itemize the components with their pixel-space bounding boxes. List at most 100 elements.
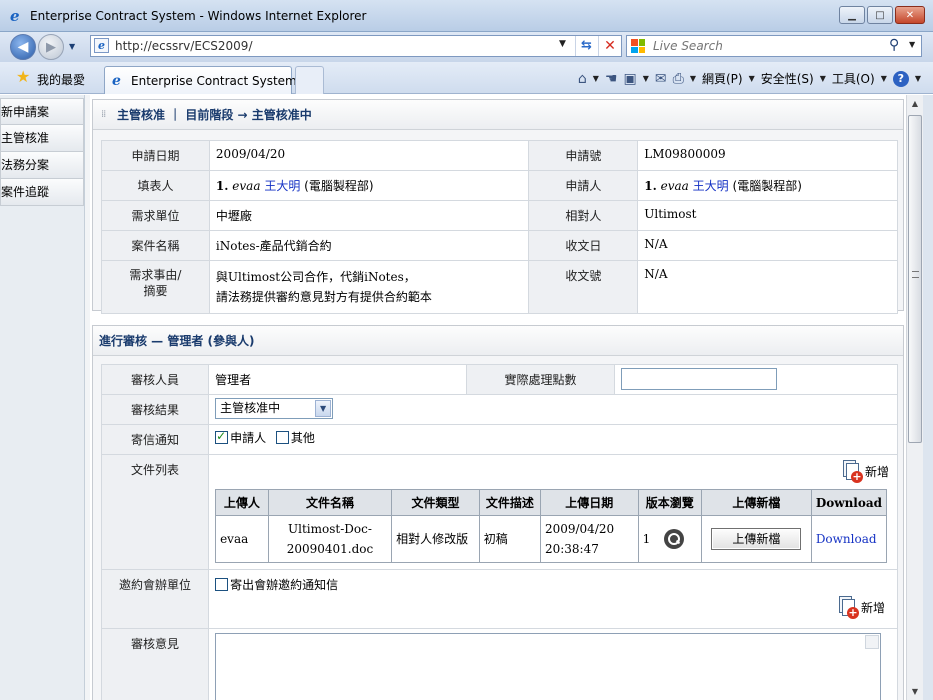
file-name-line-1: Ultimost-Doc-: [288, 522, 372, 536]
add-file-button[interactable]: + 新增: [841, 459, 889, 483]
sidebar-menu: 新申請案 主管核准 法務分案 案件追蹤: [0, 98, 84, 206]
approval-panel-title: 主管核准 ｜ 目前階段 → 主管核准中: [117, 108, 312, 122]
counterparty-label: 相對人: [528, 200, 639, 231]
points-label: 實際處理點數: [466, 364, 615, 395]
file-date-line-1: 2009/04/20: [544, 522, 615, 536]
minimize-button[interactable]: ▁: [839, 6, 865, 24]
add-document-icon: +: [837, 595, 859, 619]
stop-icon[interactable]: ✕: [598, 36, 621, 56]
search-icon[interactable]: ⚲: [889, 37, 899, 53]
reason-line-1: 與Ultimost公司合作，代銷iNotes，: [215, 270, 416, 284]
page-menu[interactable]: 網頁(P): [702, 70, 743, 87]
refresh-icon[interactable]: ⇆: [575, 36, 597, 56]
result-selected-value: 主管核准中: [220, 401, 281, 415]
help-dropdown-icon[interactable]: ▼: [915, 74, 921, 83]
live-search-logo-icon: [631, 39, 645, 53]
apply-no-value: LM09800009: [637, 140, 898, 171]
search-box[interactable]: ⚲ ▼: [626, 35, 922, 57]
tab-enterprise-contract-system[interactable]: e Enterprise Contract System: [104, 66, 297, 94]
add-invite-unit-button[interactable]: + 新增: [837, 595, 885, 619]
file-desc: 初稿: [478, 515, 541, 563]
case-name-label: 案件名稱: [101, 230, 210, 261]
address-field[interactable]: e http://ecssrv/ECS2009/ ▼ ⇆ ✕: [90, 35, 622, 57]
counterparty-value: Ultimost: [637, 200, 898, 231]
tab-page-icon: e: [112, 73, 121, 89]
download-link[interactable]: Download: [816, 532, 877, 546]
filler-name-link[interactable]: 王大明: [264, 179, 300, 193]
url-text[interactable]: http://ecssrv/ECS2009/: [115, 39, 252, 53]
sidebar-item-case-tracking[interactable]: 案件追蹤: [0, 179, 84, 206]
search-input[interactable]: [651, 38, 881, 54]
applicant-id: evaa: [660, 179, 689, 193]
home-dropdown-icon[interactable]: ▼: [593, 74, 599, 83]
favorites-star-icon[interactable]: ★: [16, 69, 30, 85]
col-version-browse: 版本瀏覽: [637, 489, 703, 516]
mail-icon[interactable]: ✉: [655, 71, 667, 87]
scroll-down-icon[interactable]: ▼: [907, 683, 923, 700]
tools-menu-dropdown-icon[interactable]: ▼: [881, 74, 887, 83]
apply-date-label: 申請日期: [101, 140, 210, 171]
points-input[interactable]: [621, 368, 777, 390]
vertical-scrollbar[interactable]: ▲ ▼: [906, 95, 923, 700]
reason-label-text: 需求事由/摘要: [129, 268, 182, 298]
file-date-line-2: 20:38:47: [544, 542, 599, 556]
back-button[interactable]: ◀: [10, 34, 36, 60]
maximize-button[interactable]: □: [867, 6, 893, 24]
safety-menu-dropdown-icon[interactable]: ▼: [820, 74, 826, 83]
opinion-textarea[interactable]: [215, 633, 882, 700]
upload-new-file-button[interactable]: 上傳新檔: [711, 528, 802, 550]
sidebar-item-new-application[interactable]: 新申請案: [0, 98, 84, 125]
search-options-icon[interactable]: ▼: [909, 40, 915, 49]
favorites-button[interactable]: 我的最愛: [37, 71, 85, 88]
file-version: 1: [642, 531, 651, 546]
review-panel: 進行審核 — 管理者 (參與人) 審核人員 管理者 實際處理點數 審核結果 主管…: [92, 325, 904, 700]
textarea-scrollbar[interactable]: [865, 635, 880, 649]
receive-no-label: 收文號: [528, 260, 639, 314]
mail-applicant-checkbox[interactable]: [215, 429, 229, 444]
scroll-thumb[interactable]: [908, 115, 922, 443]
tab-toolbar: ★ 我的最愛 e Enterprise Contract System ⌂ ▼ …: [0, 62, 933, 94]
invite-checkbox[interactable]: [215, 578, 229, 591]
forward-button[interactable]: ▶: [38, 34, 64, 60]
approval-panel-header: ⁞⁞ 主管核准 ｜ 目前階段 → 主管核准中: [93, 100, 903, 130]
invite-add-row: + 新增: [215, 595, 891, 622]
chevron-down-icon[interactable]: ▼: [315, 400, 332, 417]
print-icon[interactable]: ⎙: [673, 71, 684, 87]
file-table: 上傳人 文件名稱 文件類型 文件描述 上傳日期 版本瀏覽 上傳新檔 Downlo…: [215, 489, 888, 563]
page-menu-dropdown-icon[interactable]: ▼: [749, 74, 755, 83]
hand-icon[interactable]: ☚: [605, 71, 618, 87]
mail-other-checkbox[interactable]: [275, 431, 289, 444]
file-list-label: 文件列表: [100, 454, 210, 570]
applicant-value: 1. evaa 王大明 (電腦製程部): [637, 170, 898, 201]
applicant-name-link[interactable]: 王大明: [693, 179, 729, 193]
close-button[interactable]: ✕: [895, 6, 925, 24]
col-file-desc: 文件描述: [478, 489, 541, 516]
rss-dropdown-icon[interactable]: ▼: [643, 74, 649, 83]
new-tab-button[interactable]: [295, 66, 324, 94]
applicant-label: 申請人: [528, 170, 639, 201]
add-file-label: 新增: [864, 464, 889, 479]
table-row: evaa Ultimost-Doc- 20090401.doc 相對人修改版 初…: [215, 515, 888, 563]
print-dropdown-icon[interactable]: ▼: [690, 74, 696, 83]
file-upload-cell: 上傳新檔: [701, 515, 812, 563]
case-name-value: iNotes-產品代銷合約: [208, 230, 530, 261]
result-select[interactable]: 主管核准中 ▼: [215, 398, 334, 419]
safety-menu[interactable]: 安全性(S): [761, 70, 814, 87]
file-name: Ultimost-Doc- 20090401.doc: [267, 515, 393, 563]
file-add-row: + 新增: [215, 459, 895, 489]
home-icon[interactable]: ⌂: [578, 71, 587, 87]
scroll-up-icon[interactable]: ▲: [907, 95, 923, 112]
tools-menu[interactable]: 工具(O): [832, 70, 875, 87]
window-controls: ▁ □ ✕: [839, 6, 925, 24]
col-upload-date: 上傳日期: [539, 489, 639, 516]
rss-icon[interactable]: ▣: [623, 71, 636, 87]
url-dropdown-icon[interactable]: ▼: [559, 39, 566, 49]
sidebar-item-legal-assignment[interactable]: 法務分案: [0, 152, 84, 179]
history-dropdown-icon[interactable]: ▼: [69, 42, 75, 51]
magnifier-icon[interactable]: [664, 529, 685, 550]
apply-no-label: 申請號: [528, 140, 639, 171]
result-label: 審核結果: [100, 394, 210, 425]
help-icon[interactable]: ?: [892, 70, 909, 87]
sidebar-item-manager-approval[interactable]: 主管核准: [0, 125, 84, 152]
applicant-number: 1.: [644, 179, 657, 193]
